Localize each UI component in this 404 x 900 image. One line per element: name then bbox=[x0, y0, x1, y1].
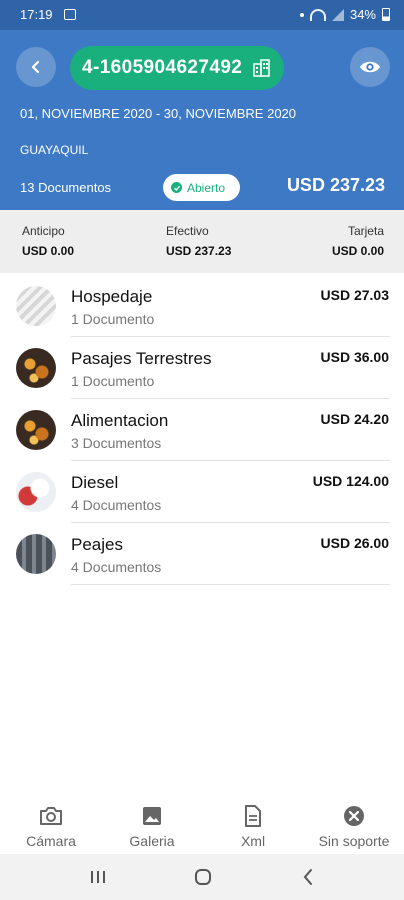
view-button[interactable] bbox=[350, 47, 390, 87]
list-item-diesel[interactable]: Diesel 4 Documentos USD 124.00 bbox=[0, 461, 404, 523]
tab-xml[interactable]: Xml bbox=[208, 804, 298, 849]
battery-icon bbox=[382, 8, 390, 21]
chevron-left-icon bbox=[31, 60, 40, 74]
category-name: Peajes bbox=[71, 535, 123, 554]
recents-icon bbox=[91, 871, 105, 883]
list-item-pasajes-terrestres[interactable]: Pasajes Terrestres 1 Documento USD 36.00 bbox=[0, 337, 404, 399]
summary-label: Anticipo bbox=[22, 224, 65, 238]
summary-label: Efectivo bbox=[166, 224, 209, 238]
category-name: Diesel bbox=[71, 473, 119, 492]
tab-galeria[interactable]: Galeria bbox=[107, 804, 197, 849]
signal-icon bbox=[331, 8, 344, 21]
category-name: Alimentacion bbox=[71, 411, 169, 430]
chevron-left-icon bbox=[303, 869, 312, 885]
status-badge: Abierto bbox=[163, 174, 240, 201]
camera-icon bbox=[40, 807, 62, 825]
tab-label: Cámara bbox=[26, 833, 76, 849]
category-count: 3 Documentos bbox=[71, 435, 162, 451]
category-amount: USD 24.20 bbox=[320, 411, 389, 427]
tab-sin-soporte[interactable]: Sin soporte bbox=[309, 804, 399, 849]
category-amount: USD 36.00 bbox=[320, 349, 389, 365]
category-list: Hospedaje 1 Documento USD 27.03 Pasajes … bbox=[0, 275, 404, 585]
report-code-pill[interactable]: 4-1605904627492 bbox=[70, 46, 284, 90]
category-count: 1 Documento bbox=[71, 311, 155, 327]
tab-label: Galeria bbox=[129, 833, 175, 849]
category-count: 1 Documento bbox=[71, 373, 155, 389]
pasajes-thumbnail bbox=[16, 348, 56, 388]
category-count: 4 Documentos bbox=[71, 497, 162, 513]
summary-efectivo: Efectivo USD 237.23 bbox=[166, 224, 231, 258]
payment-summary: Anticipo USD 0.00 Efectivo USD 237.23 Ta… bbox=[0, 210, 404, 273]
home-button[interactable] bbox=[191, 866, 215, 888]
status-time: 17:19 bbox=[20, 7, 53, 22]
category-name: Hospedaje bbox=[71, 287, 153, 306]
category-count: 4 Documentos bbox=[71, 559, 162, 575]
list-item-alimentacion[interactable]: Alimentacion 3 Documentos USD 24.20 bbox=[0, 399, 404, 461]
list-item-peajes[interactable]: Peajes 4 Documentos USD 26.00 bbox=[0, 523, 404, 585]
file-icon bbox=[245, 805, 261, 827]
gallery-notification-icon bbox=[64, 9, 76, 20]
summary-value: USD 237.23 bbox=[166, 244, 232, 258]
battery-percent: 34% bbox=[349, 7, 376, 22]
report-total: USD 237.23 bbox=[286, 175, 385, 195]
category-name: Pasajes Terrestres bbox=[71, 349, 212, 368]
divider bbox=[71, 584, 390, 585]
summary-tarjeta: Tarjeta USD 0.00 bbox=[332, 224, 384, 258]
summary-value: USD 0.00 bbox=[331, 244, 384, 258]
tab-label: Xml bbox=[240, 833, 266, 849]
wifi-icon bbox=[309, 8, 326, 21]
report-city: GUAYAQUIL bbox=[20, 143, 89, 157]
status-label: Abierto bbox=[187, 180, 226, 195]
image-icon bbox=[143, 807, 161, 825]
summary-anticipo: Anticipo USD 0.00 bbox=[22, 224, 74, 258]
list-item-hospedaje[interactable]: Hospedaje 1 Documento USD 27.03 bbox=[0, 275, 404, 337]
notification-dot-icon bbox=[299, 12, 304, 17]
system-back-button[interactable] bbox=[296, 866, 320, 888]
report-period: 01, NOVIEMBRE 2020 - 30, NOVIEMBRE 2020 bbox=[20, 106, 297, 121]
tab-label: Sin soporte bbox=[318, 833, 390, 849]
hospedaje-thumbnail bbox=[16, 286, 56, 326]
diesel-thumbnail bbox=[16, 472, 56, 512]
back-button[interactable] bbox=[16, 47, 56, 87]
tab-camara[interactable]: Cámara bbox=[6, 804, 96, 849]
close-circle-icon bbox=[344, 806, 364, 826]
peajes-thumbnail bbox=[16, 534, 56, 574]
status-indicators: 34% bbox=[299, 7, 390, 22]
report-code: 4-1605904627492 bbox=[82, 57, 243, 78]
category-amount: USD 26.00 bbox=[320, 535, 389, 551]
alimentacion-thumbnail bbox=[16, 410, 56, 450]
status-bar: 17:19 34% bbox=[0, 0, 404, 30]
summary-label: Tarjeta bbox=[347, 224, 384, 238]
report-header: 4-1605904627492 01, NOVIEMBRE 2020 - 30,… bbox=[0, 30, 404, 210]
home-icon bbox=[195, 869, 211, 885]
building-icon bbox=[253, 59, 270, 77]
check-circle-icon bbox=[171, 182, 182, 193]
eye-icon bbox=[360, 61, 380, 73]
category-amount: USD 27.03 bbox=[320, 287, 389, 303]
bottom-action-bar: Cámara Galeria Xml Sin soporte bbox=[0, 794, 404, 854]
category-amount: USD 124.00 bbox=[312, 473, 389, 489]
documents-count: 13 Documentos bbox=[20, 180, 112, 195]
recents-button[interactable] bbox=[86, 866, 110, 888]
system-nav-bar bbox=[0, 854, 404, 900]
summary-value: USD 0.00 bbox=[22, 244, 75, 258]
